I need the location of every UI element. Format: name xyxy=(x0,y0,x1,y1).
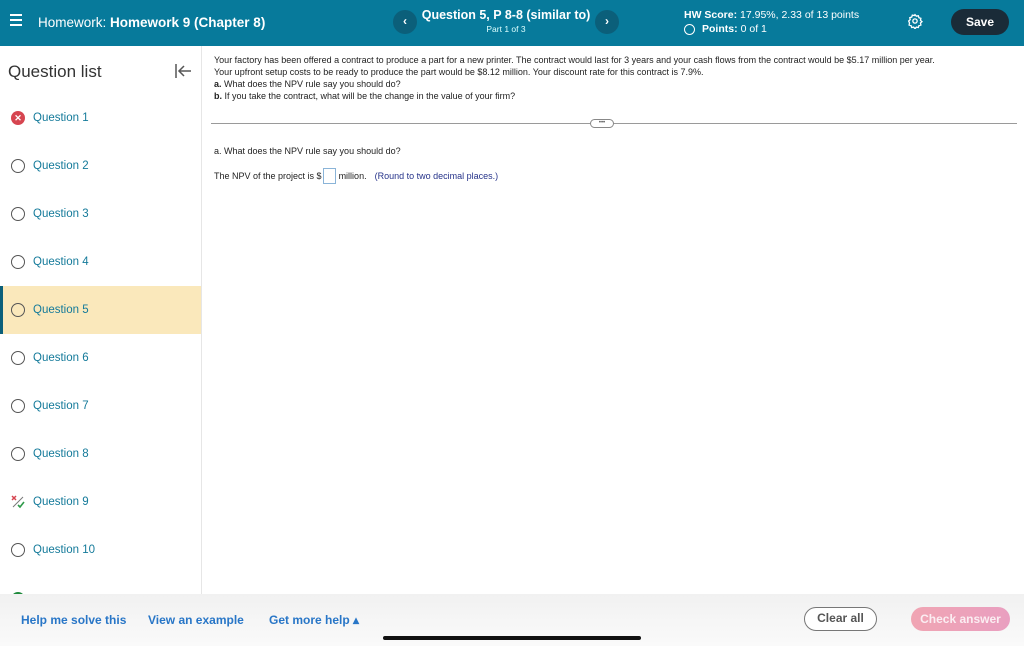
incorrect-icon: ✕ xyxy=(11,111,25,125)
expand-more-button[interactable]: ••• xyxy=(590,119,614,128)
homework-title: Homework: Homework 9 (Chapter 8) xyxy=(38,15,265,30)
question-label: Question 9 xyxy=(33,496,89,508)
question-part-a: a. What does the NPV rule say you should… xyxy=(214,78,1014,90)
top-bar: Homework: Homework 9 (Chapter 8) ‹ Quest… xyxy=(0,0,1024,46)
answer-suffix: million. xyxy=(338,171,367,181)
unanswered-circle-icon xyxy=(11,207,25,221)
settings-gear-icon[interactable] xyxy=(907,13,923,29)
sidebar-item-question-9[interactable]: Question 9 xyxy=(0,478,201,526)
clear-all-button[interactable]: Clear all xyxy=(804,607,877,631)
unanswered-circle-icon xyxy=(11,159,25,173)
home-indicator xyxy=(383,636,641,640)
previous-question-button[interactable]: ‹ xyxy=(393,10,417,34)
question-label: Question 2 xyxy=(33,160,89,172)
unanswered-circle-icon xyxy=(11,543,25,557)
question-label: Question 5 xyxy=(33,304,89,316)
points-label: Points: xyxy=(702,23,738,35)
hw-score-value: 17.95%, 2.33 of 13 points xyxy=(740,9,860,21)
answer-prefix: The NPV of the project is $ xyxy=(214,171,322,181)
question-line-2: Your upfront setup costs to be ready to … xyxy=(214,67,704,77)
unanswered-circle-icon xyxy=(11,399,25,413)
question-list-title: Question list xyxy=(8,62,102,81)
question-line-1: Your factory has been offered a contract… xyxy=(214,55,935,65)
question-label: Question 8 xyxy=(33,448,89,460)
npv-answer-input[interactable] xyxy=(322,168,336,184)
unanswered-circle-icon xyxy=(11,255,25,269)
question-part: Part 1 of 3 xyxy=(486,24,526,34)
get-more-help-link[interactable]: Get more help ▴ xyxy=(269,613,359,627)
save-button[interactable]: Save xyxy=(951,9,1009,35)
hamburger-menu-icon[interactable] xyxy=(10,14,22,28)
question-statement: Your factory has been offered a contract… xyxy=(214,54,1014,102)
question-label: Question 6 xyxy=(33,352,89,364)
question-area: Your factory has been offered a contract… xyxy=(203,46,1024,594)
points-value: 0 of 1 xyxy=(740,23,767,35)
sidebar-item-question-2[interactable]: Question 2 xyxy=(0,142,201,190)
question-label: Question 7 xyxy=(33,400,89,412)
homework-name: Homework 9 (Chapter 8) xyxy=(110,15,266,30)
sidebar-item-question-3[interactable]: Question 3 xyxy=(0,190,201,238)
next-question-button[interactable]: › xyxy=(595,10,619,34)
part-b-label: b. xyxy=(214,91,222,101)
sidebar-item-question-5[interactable]: Question 5 xyxy=(0,286,201,334)
question-label: Question 3 xyxy=(33,208,89,220)
sidebar-item-question-1[interactable]: ✕ Question 1 xyxy=(0,94,201,142)
sidebar-item-question-4[interactable]: Question 4 xyxy=(0,238,201,286)
question-label: Question 4 xyxy=(33,256,89,268)
part-a-label: a. xyxy=(214,79,222,89)
hw-score-label: HW Score: xyxy=(684,9,738,21)
question-title: Question 5, P 8-8 (similar to) xyxy=(421,8,591,22)
unanswered-circle-icon xyxy=(11,303,25,317)
question-list-sidebar: Question list ✕ Question 1 Question 2 Qu… xyxy=(0,46,202,594)
points: Points: 0 of 1 xyxy=(684,23,767,35)
part-b-text: If you take the contract, what will be t… xyxy=(222,91,516,101)
answer-line: The NPV of the project is $ million. (Ro… xyxy=(214,168,498,184)
sidebar-item-question-7[interactable]: Question 7 xyxy=(0,382,201,430)
section-divider xyxy=(211,123,1017,124)
sidebar-item-question-10[interactable]: Question 10 xyxy=(0,526,201,574)
sidebar-item-question-8[interactable]: Question 8 xyxy=(0,430,201,478)
question-label: Question 1 xyxy=(33,112,89,124)
part-a-text: What does the NPV rule say you should do… xyxy=(221,79,401,89)
question-part-b: b. If you take the contract, what will b… xyxy=(214,90,1014,102)
view-example-link[interactable]: View an example xyxy=(148,613,244,627)
part-a-prompt: a. What does the NPV rule say you should… xyxy=(214,146,401,156)
unanswered-circle-icon xyxy=(11,447,25,461)
hw-score: HW Score: 17.95%, 2.33 of 13 points xyxy=(684,9,859,21)
rounding-hint: (Round to two decimal places.) xyxy=(374,171,499,181)
partial-credit-icon xyxy=(11,495,25,509)
collapse-sidebar-icon[interactable] xyxy=(173,62,193,80)
question-label: Question 10 xyxy=(33,544,96,556)
unanswered-circle-icon xyxy=(11,351,25,365)
check-answer-button[interactable]: Check answer xyxy=(911,607,1010,631)
help-me-solve-link[interactable]: Help me solve this xyxy=(21,613,126,627)
points-status-icon xyxy=(684,23,695,35)
sidebar-item-question-6[interactable]: Question 6 xyxy=(0,334,201,382)
homework-prefix: Homework: xyxy=(38,15,107,30)
